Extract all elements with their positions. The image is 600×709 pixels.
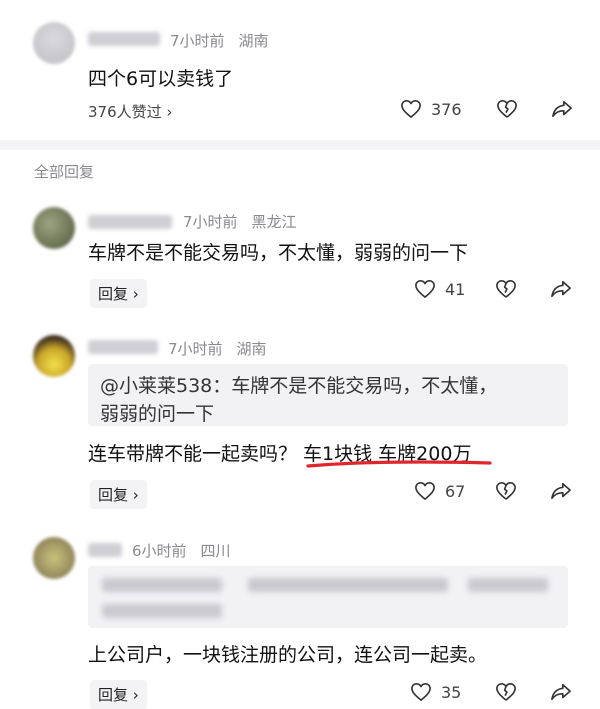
avatar[interactable] [33,537,75,579]
reply-location: 黑龙江 [251,213,297,231]
section-title: 全部回复 [34,163,95,181]
reply-time: 7小时前 [183,213,238,231]
share-icon [551,482,571,500]
like-button[interactable] [400,99,422,119]
reply-location: 四川 [200,542,231,560]
share-button[interactable] [550,279,572,299]
dislike-button[interactable] [495,279,517,299]
broken-heart-icon [496,683,516,701]
reply-meta: 7小时前 湖南 [168,338,281,359]
reply-button[interactable]: 回复 › [90,680,147,709]
broken-heart-icon [497,100,517,118]
avatar[interactable] [33,22,75,64]
section-divider [0,140,600,150]
reply-text: 上公司户，一块钱注册的公司，连公司一起卖。 [88,644,488,666]
reply-text-part: 连车带牌不能一起卖吗？ [88,443,304,465]
reply-location: 湖南 [236,340,267,358]
share-button[interactable] [550,481,572,501]
share-icon [551,280,571,298]
broken-heart-icon [496,280,516,298]
broken-heart-icon [496,482,516,500]
share-button[interactable] [551,99,573,119]
like-count: 376 [431,100,462,119]
reply-meta: 7小时前 黑龙江 [183,211,311,232]
reply-time: 6小时前 [132,542,187,560]
heart-icon [415,280,435,298]
dislike-button[interactable] [495,682,517,702]
avatar[interactable] [33,207,75,249]
reply-button[interactable]: 回复 › [90,480,147,509]
reply-text: 车牌不是不能交易吗，不太懂，弱弱的问一下 [88,242,469,264]
quoted-reply-blurred [88,566,568,628]
avatar[interactable] [33,335,75,377]
quoted-reply-line-2: 弱弱的问一下 [100,403,215,425]
dislike-button[interactable] [495,481,517,501]
reply-time: 7小时前 [168,340,223,358]
reply-button[interactable]: 回复 › [90,279,147,308]
like-count: 41 [445,280,466,299]
reply-meta: 6小时前 四川 [132,540,245,561]
username-blurred[interactable] [88,32,160,46]
username-blurred[interactable] [88,340,158,354]
like-button[interactable] [414,279,436,299]
like-count: 67 [445,482,466,501]
comment-text: 四个6可以卖钱了 [88,68,234,90]
username-blurred[interactable] [88,215,172,229]
comment-meta: 7小时前 湖南 [170,30,283,51]
comment-time: 7小时前 [170,32,225,50]
share-icon [552,100,572,118]
heart-icon [401,100,421,118]
username-blurred[interactable] [88,543,122,557]
share-button[interactable] [550,682,572,702]
like-button[interactable] [410,682,432,702]
dislike-button[interactable] [496,99,518,119]
likes-summary-link[interactable]: 376人赞过 › [88,101,172,122]
comment-location: 湖南 [238,32,269,50]
heart-icon [411,683,431,701]
quoted-reply-line-1: @小莱莱538：车牌不是不能交易吗，不太懂， [100,375,498,397]
like-count: 35 [441,683,462,702]
red-underline-annotation [305,458,495,472]
like-button[interactable] [414,481,436,501]
share-icon [551,683,571,701]
heart-icon [415,482,435,500]
